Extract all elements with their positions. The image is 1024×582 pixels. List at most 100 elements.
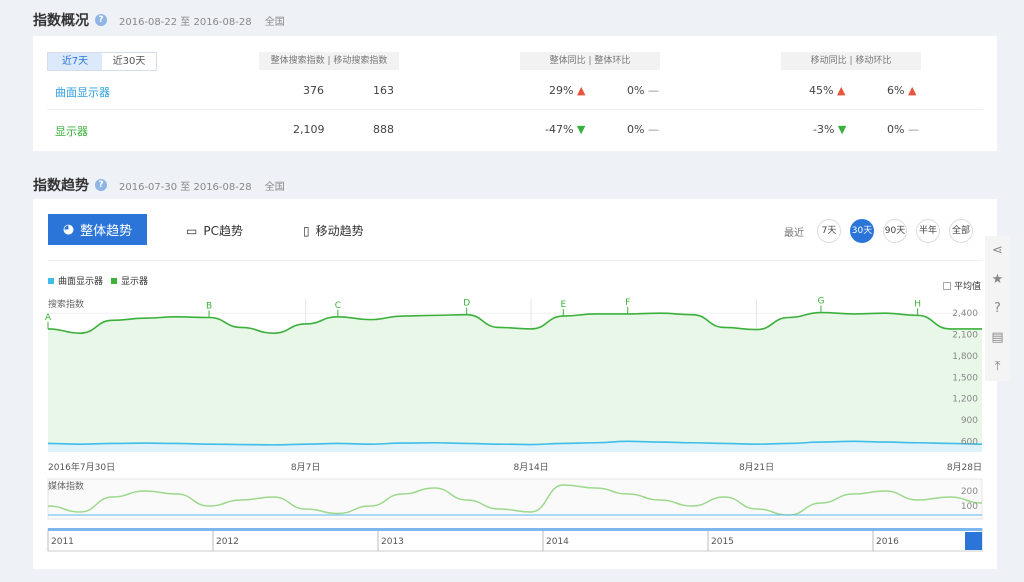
event-marker[interactable]: D	[463, 299, 470, 315]
keyword-link[interactable]: 曲面显示器	[55, 84, 110, 100]
arrow-up-icon: ▲	[576, 84, 586, 97]
year-label: 2016	[876, 537, 899, 547]
svg-text:A: A	[45, 313, 52, 323]
mobile-index: 163	[373, 84, 394, 97]
header-search: 整体搜索指数 | 移动搜索指数	[259, 52, 399, 70]
event-marker[interactable]: A	[45, 313, 52, 329]
share-icon[interactable]: ⋖	[985, 236, 1010, 265]
media-index-label: 媒体指数	[48, 480, 84, 492]
help-icon[interactable]: ?	[95, 179, 107, 191]
overall-mom: 0% —	[627, 123, 659, 136]
trend-date-range: 2016-07-30 至 2016-08-28	[119, 181, 252, 193]
event-marker[interactable]: F	[625, 298, 630, 314]
search-index-label: 搜索指数	[48, 298, 84, 310]
overview-title-text: 指数概况	[33, 13, 89, 29]
x-tick-label: 8月7日	[291, 462, 320, 473]
svg-text:E: E	[560, 300, 566, 310]
mobile-mom-value: 0%	[887, 123, 905, 136]
y-tick-label: 2,100	[952, 331, 978, 341]
tab-pc-trend-label: PC趋势	[203, 224, 243, 238]
trend-card: ◕ 整体趋势 ▭ PC趋势 ▯ 移动趋势 最近 7天 30天 90天 半年 全部…	[33, 199, 997, 569]
overall-yoy-value: -47%	[545, 123, 574, 136]
series-area-monitor	[48, 312, 982, 452]
dash-icon: —	[647, 123, 659, 136]
x-tick-label: 8月21日	[739, 462, 774, 473]
y-tick-label: 900	[961, 416, 978, 426]
overall-yoy: -47% ▼	[545, 123, 585, 136]
dash-icon: —	[907, 123, 919, 136]
trend-meta: 2016-07-30 至 2016-08-28 全国	[119, 178, 295, 193]
media-tick-label: 100	[961, 502, 978, 512]
tab-30-days[interactable]: 近30天	[102, 53, 156, 70]
slider-handle[interactable]	[973, 532, 982, 550]
mobile-mom-value: 6%	[887, 84, 905, 97]
tab-mobile-trend[interactable]: ▯ 移动趋势	[303, 222, 364, 239]
period-90-days[interactable]: 90天	[883, 219, 907, 243]
tab-7-days[interactable]: 近7天	[48, 53, 102, 70]
overall-yoy-value: 29%	[549, 84, 574, 97]
overview-meta: 2016-08-22 至 2016-08-28 全国	[119, 13, 295, 28]
event-marker[interactable]: C	[335, 301, 341, 317]
header-mobile: 移动同比 | 移动环比	[781, 52, 921, 70]
overview-card: 近7天 近30天 整体搜索指数 | 移动搜索指数 整体同比 | 整体环比 移动同…	[33, 36, 997, 151]
mobile-yoy-value: -3%	[813, 123, 835, 136]
tab-overall-trend[interactable]: ◕ 整体趋势	[48, 214, 147, 245]
timeline-range-bar	[48, 528, 982, 531]
monitor-icon: ▭	[186, 223, 198, 238]
keyword-link[interactable]: 显示器	[55, 123, 88, 139]
trend-region: 全国	[264, 181, 285, 193]
x-tick-label: 2016年7月30日	[48, 461, 115, 473]
svg-text:C: C	[335, 301, 341, 311]
help-icon[interactable]: ?	[95, 14, 107, 26]
svg-text:H: H	[914, 299, 921, 309]
year-label: 2015	[711, 537, 734, 547]
y-tick-label: 2,400	[952, 309, 978, 319]
mobile-index: 888	[373, 123, 394, 136]
arrow-up-icon: ▲	[907, 84, 917, 97]
star-icon[interactable]: ★	[985, 265, 1010, 294]
svg-text:D: D	[463, 299, 470, 309]
range-tabs: 近7天 近30天	[47, 52, 157, 71]
year-label: 2012	[216, 537, 239, 547]
trend-title: 指数趋势 ? 2016-07-30 至 2016-08-28 全国	[33, 175, 295, 195]
period-half-year[interactable]: 半年	[916, 219, 940, 243]
period-7-days[interactable]: 7天	[817, 219, 841, 243]
mobile-mom: 0% —	[887, 123, 919, 136]
x-tick-label: 8月14日	[514, 462, 549, 473]
back-to-top-icon[interactable]: ⤒	[985, 352, 1010, 381]
comment-icon[interactable]: ▤	[985, 323, 1010, 352]
divider	[48, 260, 982, 261]
svg-text:F: F	[625, 298, 630, 308]
mobile-yoy-value: 45%	[809, 84, 834, 97]
mobile-yoy: -3% ▼	[813, 123, 846, 136]
phone-icon: ▯	[303, 223, 310, 238]
event-marker[interactable]: B	[206, 302, 212, 318]
mobile-mom: 6% ▲	[887, 84, 916, 97]
period-all[interactable]: 全部	[949, 219, 973, 243]
pie-chart-icon: ◕	[62, 222, 75, 237]
arrow-down-icon: ▼	[837, 123, 847, 136]
help-circle-icon[interactable]: ?	[985, 294, 1010, 323]
table-row: 显示器 2,109 888 -47% ▼ 0% — -3% ▼ 0% —	[47, 111, 983, 149]
overall-mom-value: 0%	[627, 84, 645, 97]
event-marker[interactable]: G	[817, 297, 824, 313]
side-toolbar: ⋖ ★ ? ▤ ⤒	[985, 236, 1010, 381]
media-tick-label: 200	[961, 487, 978, 497]
overall-mom-value: 0%	[627, 123, 645, 136]
period-30-days[interactable]: 30天	[850, 219, 874, 243]
y-tick-label: 1,500	[952, 373, 978, 383]
timeline-slider[interactable]	[47, 528, 983, 552]
y-tick-label: 600	[961, 437, 978, 447]
year-label: 2013	[381, 537, 404, 547]
tab-overall-trend-label: 整体趋势	[80, 224, 133, 239]
overview-region: 全国	[264, 16, 285, 28]
svg-text:B: B	[206, 302, 212, 312]
trend-title-text: 指数趋势	[33, 178, 89, 194]
arrow-down-icon: ▼	[576, 123, 586, 136]
total-index: 376	[303, 84, 324, 97]
tab-pc-trend[interactable]: ▭ PC趋势	[186, 222, 243, 239]
mobile-yoy: 45% ▲	[809, 84, 845, 97]
overview-title: 指数概况 ? 2016-08-22 至 2016-08-28 全国	[33, 10, 295, 30]
media-panel	[47, 478, 983, 520]
year-label: 2011	[51, 537, 74, 547]
